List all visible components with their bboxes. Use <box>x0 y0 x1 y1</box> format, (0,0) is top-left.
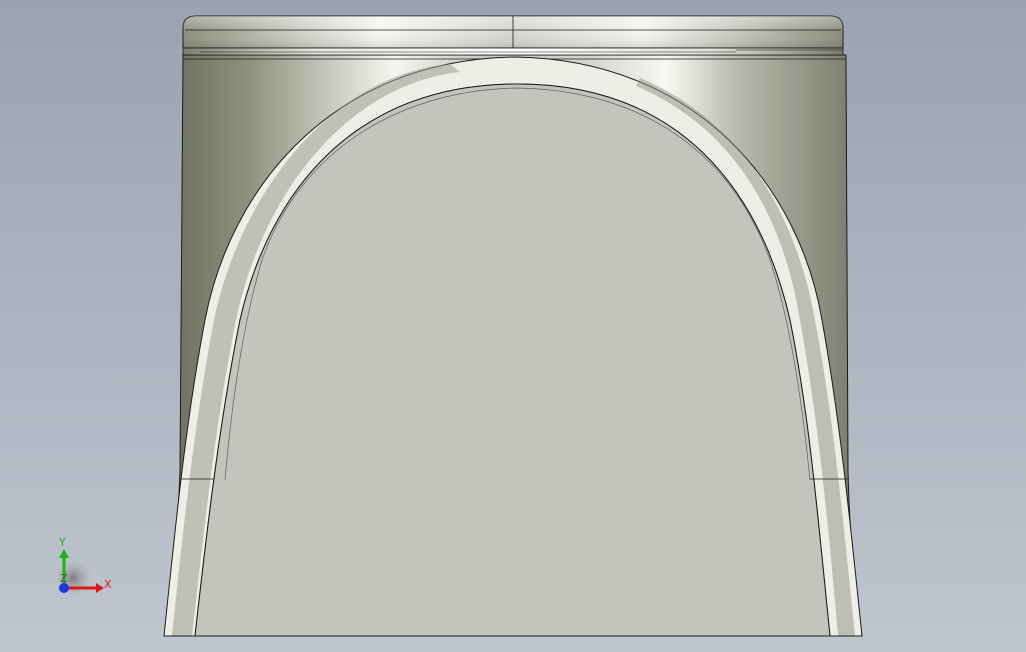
triad-x-label: X <box>104 578 112 591</box>
model-canvas[interactable]: X Y Z <box>0 0 1026 652</box>
triad-glow <box>53 558 93 598</box>
triad-y-label: Y <box>58 536 66 549</box>
cad-viewport[interactable]: X Y Z <box>0 0 1026 652</box>
triad-z-label: Z <box>60 572 68 585</box>
model-rim <box>182 47 844 56</box>
